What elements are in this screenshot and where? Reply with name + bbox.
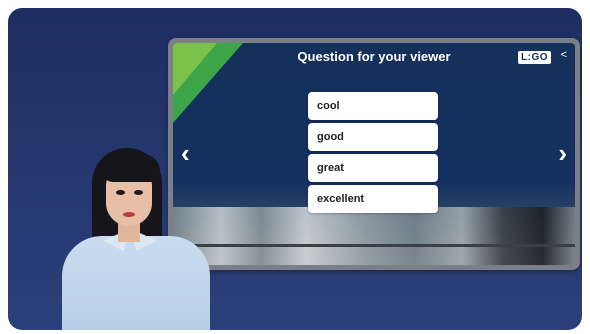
- avatar-bangs: [102, 154, 160, 182]
- chevron-right-icon[interactable]: ›: [558, 138, 567, 169]
- option-great[interactable]: great: [308, 154, 438, 182]
- screen-content: Question for your viewer L:GO < ‹ › cool…: [173, 43, 575, 265]
- presentation-stage: Question for your viewer L:GO < ‹ › cool…: [8, 8, 582, 330]
- option-cool[interactable]: cool: [308, 92, 438, 120]
- avatar-eye-right: [134, 190, 143, 195]
- avatar-presenter: [48, 148, 218, 330]
- background-rail: [173, 244, 575, 247]
- option-good[interactable]: good: [308, 123, 438, 151]
- answer-options: cool good great excellent: [308, 92, 438, 216]
- option-excellent[interactable]: excellent: [308, 185, 438, 213]
- avatar-eye-left: [116, 190, 125, 195]
- avatar-lips: [123, 212, 135, 217]
- video-screen: Question for your viewer L:GO < ‹ › cool…: [168, 38, 580, 270]
- logo: L:GO: [518, 51, 551, 64]
- share-icon[interactable]: <: [561, 49, 567, 61]
- question-title: Question for your viewer: [297, 49, 451, 64]
